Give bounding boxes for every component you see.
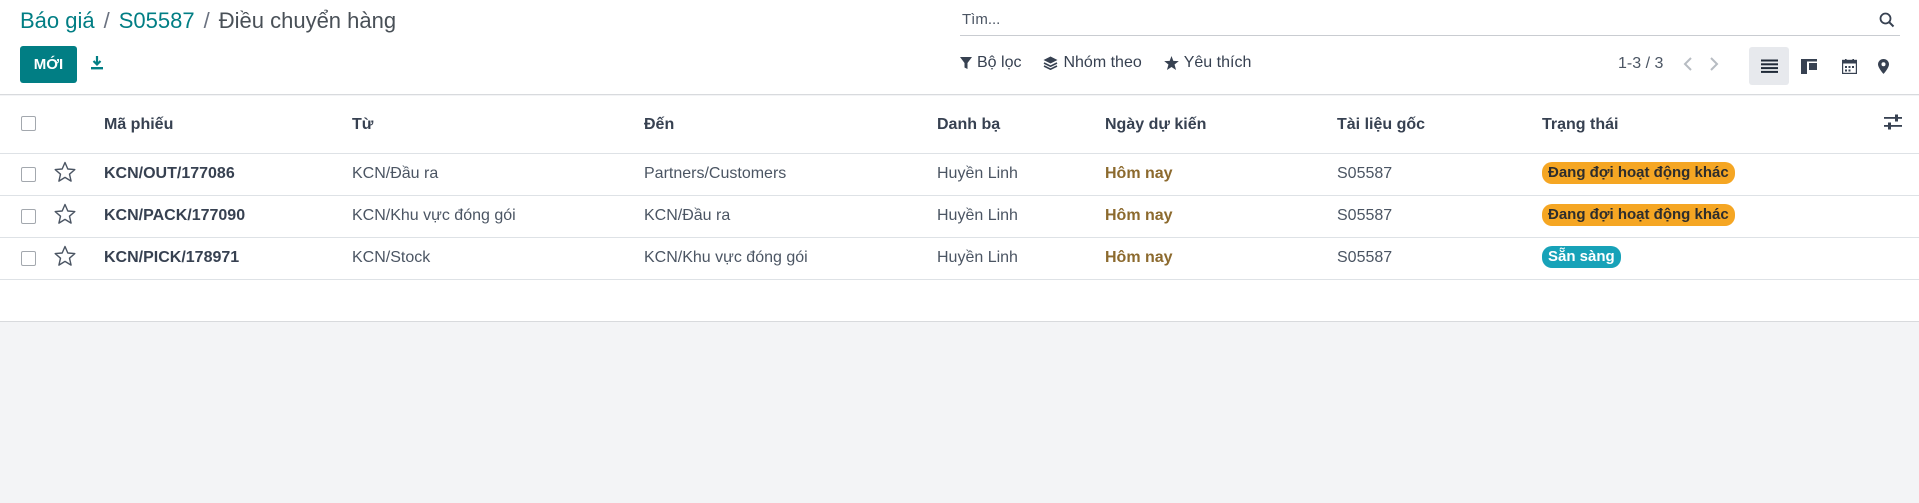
column-header-reference[interactable]: Mã phiếu [104,116,173,134]
search-input[interactable] [960,11,1874,28]
column-header-scheduled-date[interactable]: Ngày dự kiến [1105,116,1206,134]
cell-to: KCN/Đầu ra [644,207,731,224]
calendar-view-icon [1841,58,1857,74]
cell-scheduled-date: Hôm nay [1105,165,1173,182]
pager-value[interactable]: 1-3 / 3 [1618,55,1663,73]
cell-contact: Huyền Linh [937,165,1018,182]
kanban-view-icon [1801,58,1817,74]
filter-dropdown[interactable]: Bộ lọc [960,54,1021,72]
layers-icon [1043,56,1058,70]
page-title: Điều chuyển hàng [218,8,397,33]
column-header-to[interactable]: Đến [644,116,674,134]
group-by-dropdown[interactable]: Nhóm theo [1043,54,1142,72]
cell-to: Partners/Customers [644,165,787,182]
download-button[interactable] [86,52,108,74]
priority-star-icon[interactable] [53,202,77,226]
cell-reference: KCN/OUT/177086 [104,165,235,182]
priority-star-icon[interactable] [53,160,77,184]
search-icon[interactable] [1874,7,1900,33]
breadcrumb-order[interactable]: S05587 [119,8,195,34]
map-pin-icon [1877,58,1889,74]
table-row[interactable]: KCN/OUT/177086 KCN/Đầu ra Partners/Custo… [0,154,1919,196]
cell-from: KCN/Đầu ra [352,165,439,182]
breadcrumb: Báo giá / S05587 / Điều chuyển hàng [20,8,396,34]
status-badge: Đang đợi hoạt động khác [1542,204,1735,226]
map-view-button[interactable] [1863,47,1903,85]
cell-contact: Huyền Linh [937,207,1018,224]
star-icon [1163,56,1179,70]
cell-source-document: S05587 [1337,249,1393,266]
priority-star-icon[interactable] [53,244,77,268]
list-view-icon [1760,59,1778,73]
search-bar [960,4,1900,36]
group-by-label: Nhóm theo [1063,54,1142,71]
column-header-status[interactable]: Trạng thái [1542,116,1618,134]
list-view: Mã phiếu Từ Đến Danh bạ Ngày dự kiến Tài… [0,96,1919,322]
select-all-checkbox[interactable] [21,116,36,131]
cell-reference: KCN/PACK/177090 [104,207,246,224]
chevron-right-icon [1710,57,1719,71]
cell-source-document: S05587 [1337,207,1393,224]
cell-source-document: S05587 [1337,165,1393,182]
column-header-from[interactable]: Từ [352,116,373,134]
cell-from: KCN/Khu vực đóng gói [352,207,516,224]
download-icon [91,56,103,70]
new-button[interactable]: MỚI [20,46,77,83]
status-badge: Đang đợi hoạt động khác [1542,162,1735,184]
list-view-button[interactable] [1749,47,1789,85]
cell-to: KCN/Khu vực đóng gói [644,249,808,266]
filter-icon [960,56,972,69]
pager-previous-button[interactable] [1677,52,1699,76]
breadcrumb-separator: / [203,8,210,33]
status-badge: Sẵn sàng [1542,246,1621,268]
favorites-dropdown[interactable]: Yêu thích [1163,54,1252,72]
table-header: Mã phiếu Từ Đến Danh bạ Ngày dự kiến Tài… [0,96,1919,154]
cell-scheduled-date: Hôm nay [1105,207,1173,224]
column-header-contact[interactable]: Danh bạ [937,116,1000,134]
kanban-view-button[interactable] [1789,47,1829,85]
table-row[interactable]: KCN/PICK/178971 KCN/Stock KCN/Khu vực đó… [0,238,1919,280]
cell-reference: KCN/PICK/178971 [104,249,240,266]
cell-from: KCN/Stock [352,249,431,266]
search-options: Bộ lọc Nhóm theo Yêu thích [960,54,1251,72]
row-checkbox[interactable] [21,209,36,224]
optional-columns-toggle[interactable] [1884,114,1906,136]
control-panel: Báo giá / S05587 / Điều chuyển hàng MỚI … [0,0,1919,95]
breadcrumb-separator: / [103,8,110,33]
chevron-left-icon [1683,57,1692,71]
breadcrumb-quotations[interactable]: Báo giá [20,8,95,34]
cell-scheduled-date: Hôm nay [1105,249,1173,266]
row-checkbox[interactable] [21,251,36,266]
favorites-label: Yêu thích [1183,54,1252,71]
pager-next-button[interactable] [1703,52,1725,76]
row-checkbox[interactable] [21,167,36,182]
filter-label: Bộ lọc [977,54,1022,71]
table-row[interactable]: KCN/PACK/177090 KCN/Khu vực đóng gói KCN… [0,196,1919,238]
cell-contact: Huyền Linh [937,249,1018,266]
sliders-icon [1884,114,1902,130]
column-header-source-document[interactable]: Tài liệu gốc [1337,116,1425,134]
